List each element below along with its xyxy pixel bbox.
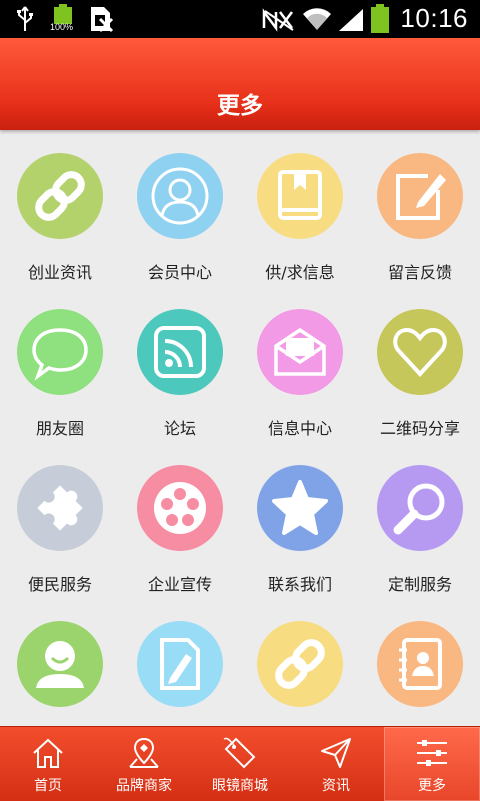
tab-home[interactable]: 首页 — [0, 727, 96, 801]
link-icon — [35, 171, 85, 221]
usb-icon — [17, 6, 33, 31]
heart-icon — [393, 327, 447, 377]
grid-item-qr-share[interactable]: 二维码分享 — [360, 286, 480, 442]
nfc-off-icon — [262, 8, 294, 32]
edit-icon — [396, 174, 446, 220]
tab-label: 更多 — [418, 778, 446, 794]
send-icon — [321, 738, 351, 768]
grid-item-member-center[interactable]: 会员中心 — [120, 130, 240, 286]
grid-item-label: 朋友圈 — [35, 419, 84, 438]
book-icon — [278, 170, 322, 220]
tab-more[interactable]: 更多 — [384, 727, 480, 801]
icon-circle — [17, 153, 103, 239]
grid-item-corporate-promo[interactable]: 企业宣传 — [120, 442, 240, 598]
star-icon — [272, 480, 328, 535]
icon-circle — [137, 309, 223, 395]
home-icon — [33, 738, 63, 768]
tab-label: 眼镜商城 — [212, 778, 268, 794]
grid-item-feedback[interactable]: 留言反馈 — [360, 130, 480, 286]
magnifier-icon — [393, 483, 445, 535]
grid-item-label: 论坛 — [163, 419, 196, 438]
icon-circle — [257, 309, 343, 395]
mail-icon — [274, 327, 326, 376]
tab-news[interactable]: 资讯 — [288, 727, 384, 801]
clock: 10:16 — [400, 3, 468, 33]
menu-grid: 创业资讯 会员中心 供/求信息 留言反馈 朋友圈 论坛 信息中心 二维码分享 便… — [0, 130, 480, 726]
icon-circle — [377, 621, 463, 707]
document-pencil-icon — [160, 638, 200, 690]
grid-item-label: 企业宣传 — [147, 575, 212, 594]
battery-icon — [371, 4, 389, 33]
grid-item-moments[interactable]: 朋友圈 — [0, 286, 120, 442]
title-bar: 更多 — [0, 38, 480, 130]
wifi-icon — [303, 8, 331, 30]
grid-item-label: 二维码分享 — [379, 419, 460, 438]
grid-item-15[interactable] — [240, 598, 360, 726]
grid-item-custom-service[interactable]: 定制服务 — [360, 442, 480, 598]
icon-circle — [137, 465, 223, 551]
grid-item-14[interactable] — [120, 598, 240, 726]
icon-circle — [17, 465, 103, 551]
grid-item-label: 创业资讯 — [27, 263, 92, 282]
sliders-icon — [417, 740, 447, 766]
puzzle-icon — [37, 485, 83, 531]
rss-icon — [154, 326, 206, 378]
icon-circle — [257, 465, 343, 551]
grid-item-label: 联系我们 — [267, 575, 332, 594]
grid-item-contact-us[interactable]: 联系我们 — [240, 442, 360, 598]
icon-circle — [257, 153, 343, 239]
user-icon — [151, 167, 209, 225]
page-title: 更多 — [217, 93, 263, 119]
icon-circle — [257, 621, 343, 707]
grid-item-public-service[interactable]: 便民服务 — [0, 442, 120, 598]
smiley-user-icon — [36, 641, 84, 688]
film-reel-icon — [154, 482, 206, 534]
grid-item-label: 会员中心 — [147, 263, 212, 282]
grid-item-label: 信息中心 — [267, 419, 332, 438]
grid-item-forum[interactable]: 论坛 — [120, 286, 240, 442]
bottom-tab-bar: 首页 品牌商家 眼镜商城 资讯 更多 — [0, 726, 480, 801]
grid-item-label: 定制服务 — [387, 575, 452, 594]
address-book-icon — [399, 638, 442, 690]
icon-circle — [137, 153, 223, 239]
grid-item-13[interactable] — [0, 598, 120, 726]
battery-percent: 100% — [50, 22, 74, 32]
map-pin-icon — [129, 737, 159, 768]
icon-circle — [377, 465, 463, 551]
grid-item-label: 留言反馈 — [387, 263, 452, 282]
grid-item-label: 供/求信息 — [265, 263, 335, 282]
sim-blocked-icon — [91, 7, 114, 33]
grid-item-16[interactable] — [360, 598, 480, 726]
icon-circle — [17, 309, 103, 395]
grid-item-label: 便民服务 — [27, 575, 92, 594]
link-icon — [275, 639, 325, 689]
grid-item-supply-demand[interactable]: 供/求信息 — [240, 130, 360, 286]
icon-circle — [137, 621, 223, 707]
grid-item-info-center[interactable]: 信息中心 — [240, 286, 360, 442]
tab-glasses-mall[interactable]: 眼镜商城 — [192, 727, 288, 801]
tab-brands[interactable]: 品牌商家 — [96, 727, 192, 801]
icon-circle — [377, 309, 463, 395]
status-bar: 100% 10:16 — [0, 0, 480, 38]
icon-circle — [377, 153, 463, 239]
grid-item-startup-news[interactable]: 创业资讯 — [0, 130, 120, 286]
tab-label: 资讯 — [322, 778, 350, 794]
chat-bubble-icon — [32, 328, 88, 381]
tab-label: 品牌商家 — [116, 778, 172, 794]
icon-circle — [17, 621, 103, 707]
signal-icon — [339, 9, 363, 31]
tab-label: 首页 — [34, 778, 62, 794]
sale-tag-icon — [223, 737, 256, 769]
